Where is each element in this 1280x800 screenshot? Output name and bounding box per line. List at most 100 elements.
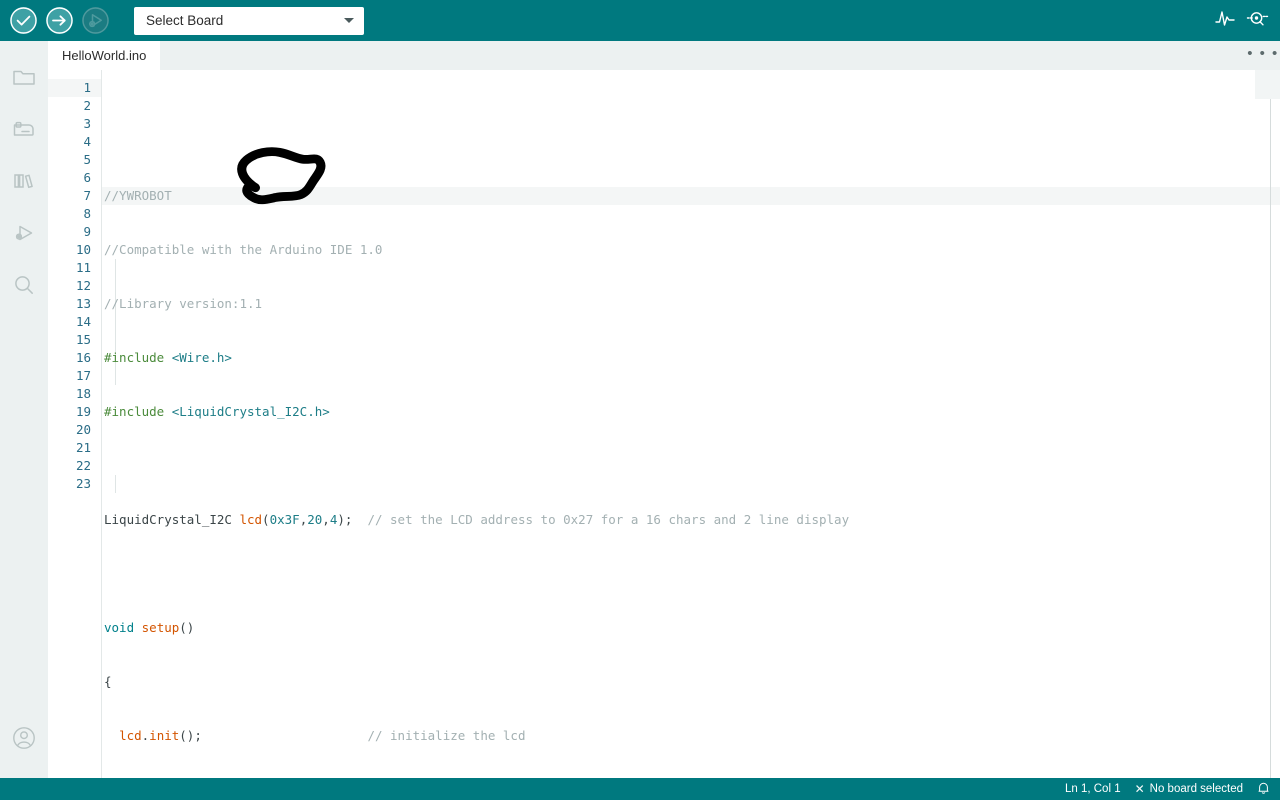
account-avatar-icon: [11, 725, 37, 756]
code-line[interactable]: #include <LiquidCrystal_I2C.h>: [102, 403, 1280, 421]
status-bar: Ln 1, Col 1 ✕ No board selected: [0, 778, 1280, 800]
code-token-identifier: lcd: [119, 728, 142, 743]
sidebar-item-account[interactable]: [0, 714, 48, 766]
tab-bar: HelloWorld.ino • • •: [48, 41, 1280, 70]
editor-vertical-scrollbar[interactable]: [1270, 70, 1271, 778]
code-line-text: //Compatible with the Arduino IDE 1.0: [104, 242, 383, 257]
bell-icon: [1257, 781, 1270, 798]
code-token-indent: [104, 728, 119, 743]
sidebar-item-sketchbook[interactable]: [0, 53, 48, 105]
sidebar-item-library-manager[interactable]: [0, 157, 48, 209]
code-token-include-path: <Wire.h>: [171, 350, 232, 365]
line-number: 10: [75, 242, 91, 257]
code-token-include-path: <LiquidCrystal_I2C.h>: [171, 404, 330, 419]
boards-manager-icon: [11, 116, 37, 147]
chevron-down-icon: [344, 18, 354, 23]
code-token-punct: );: [337, 512, 368, 527]
debug-play-bug-icon: [82, 7, 109, 34]
debug-button[interactable]: [82, 7, 109, 34]
notifications-button[interactable]: [1257, 781, 1270, 798]
line-number-gutter: 1 2 3 4 5 6 7 8 9 10 11 12 13 14 15 16 1: [48, 70, 101, 778]
line-number: 5: [83, 152, 91, 167]
line-number: 17: [75, 368, 91, 383]
line-number: 9: [83, 224, 91, 239]
tab-label: HelloWorld.ino: [62, 48, 147, 63]
code-token-punct: ,: [322, 512, 330, 527]
line-number: 1: [48, 79, 101, 97]
library-books-icon: [11, 168, 37, 199]
cursor-position-indicator[interactable]: Ln 1, Col 1: [1065, 783, 1121, 795]
line-number: 16: [75, 350, 91, 365]
arrow-right-circle-icon: [46, 7, 73, 34]
line-number: 4: [83, 134, 91, 149]
serial-monitor-button[interactable]: [1242, 6, 1272, 36]
code-line-text: //YWROBOT: [104, 188, 172, 203]
line-number: 23: [75, 476, 91, 491]
code-token-punct: ();: [179, 728, 368, 743]
sidebar-item-debug[interactable]: [0, 209, 48, 261]
code-token-preprocessor: #include: [104, 404, 172, 419]
close-x-icon: ✕: [1134, 782, 1145, 796]
line-number: 7: [83, 188, 91, 203]
line-number: 12: [75, 278, 91, 293]
line-number: 20: [75, 422, 91, 437]
code-line[interactable]: //Compatible with the Arduino IDE 1.0: [102, 241, 1280, 259]
workspace: HelloWorld.ino • • • 1 2 3 4 5 6 7 8 9 1…: [0, 41, 1280, 778]
code-token-comment: // set the LCD address to 0x27 for a 16 …: [367, 512, 850, 527]
code-line[interactable]: //YWROBOT: [102, 187, 1280, 205]
code-line[interactable]: {: [102, 673, 1280, 691]
code-token-identifier: lcd: [239, 512, 263, 527]
serial-plotter-icon: [1214, 8, 1236, 33]
check-circle-icon: [10, 7, 37, 34]
indent-guide: [115, 475, 116, 493]
code-line-text: //Library version:1.1: [104, 296, 263, 311]
line-number: 18: [75, 386, 91, 401]
code-editor[interactable]: 1 2 3 4 5 6 7 8 9 10 11 12 13 14 15 16 1: [48, 70, 1280, 778]
line-number: 21: [75, 440, 91, 455]
board-status-label: No board selected: [1149, 783, 1243, 795]
code-token-type: LiquidCrystal_I2C: [104, 512, 240, 527]
serial-monitor-icon: [1244, 8, 1270, 33]
code-token-number: 20: [307, 512, 323, 527]
line-number: 6: [83, 170, 91, 185]
code-line[interactable]: #include <Wire.h>: [102, 349, 1280, 367]
more-horizontal-icon[interactable]: • • •: [1246, 41, 1280, 70]
board-status-indicator[interactable]: ✕ No board selected: [1135, 782, 1243, 796]
serial-plotter-button[interactable]: [1210, 6, 1240, 36]
code-line[interactable]: [102, 457, 1280, 475]
tab-helloworld-ino[interactable]: HelloWorld.ino: [48, 41, 161, 70]
code-line-text: {: [104, 674, 112, 689]
code-line[interactable]: void setup(): [102, 619, 1280, 637]
main-toolbar: Select Board: [0, 0, 1280, 41]
code-line[interactable]: [102, 565, 1280, 583]
verify-button[interactable]: [10, 7, 37, 34]
code-token-preprocessor: #include: [104, 350, 172, 365]
code-token-function: setup: [141, 620, 180, 635]
debug-play-bug-icon: [11, 220, 37, 251]
tab-bar-spacer: [160, 41, 1246, 70]
line-number: 11: [75, 260, 91, 275]
scrollbar-corner: [1255, 70, 1280, 99]
code-content[interactable]: //YWROBOT //Compatible with the Arduino …: [102, 70, 1280, 778]
cursor-position-label: Ln 1, Col 1: [1064, 783, 1121, 795]
code-token-comment: // initialize the lcd: [367, 728, 526, 743]
line-number: 2: [83, 98, 91, 113]
handdrawn-circle-annotation: [237, 147, 326, 205]
line-number: 19: [75, 404, 91, 419]
upload-button[interactable]: [46, 7, 73, 34]
sidebar-item-boards-manager[interactable]: [0, 105, 48, 157]
arduino-ide-window: Select Board HelloWorld.ino • • • 1 2 3 …: [0, 0, 1280, 800]
search-icon: [11, 272, 37, 303]
board-select-value: Select Board: [146, 13, 224, 28]
line-number: 15: [75, 332, 91, 347]
code-token-number: 0x3F: [269, 512, 300, 527]
code-line[interactable]: //Library version:1.1: [102, 295, 1280, 313]
code-line[interactable]: lcd.init(); // initialize the lcd: [102, 727, 1280, 745]
line-number: 3: [83, 116, 91, 131]
code-token-method: init: [149, 728, 180, 743]
board-select-dropdown[interactable]: Select Board: [134, 6, 364, 35]
line-number: 22: [75, 458, 91, 473]
code-line[interactable]: LiquidCrystal_I2C lcd(0x3F,20,4); // set…: [102, 511, 1280, 529]
sidebar-item-search[interactable]: [0, 261, 48, 313]
line-number: 14: [75, 314, 91, 329]
